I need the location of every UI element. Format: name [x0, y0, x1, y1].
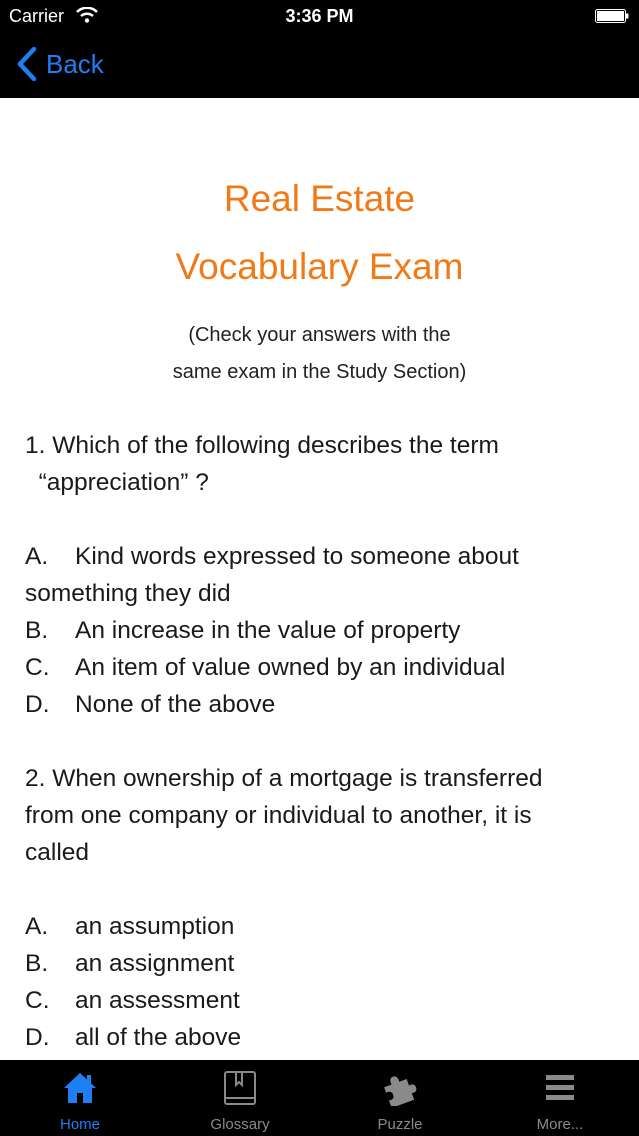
- question-2-option-b: B. an assignment: [25, 945, 615, 982]
- option-text: An increase in the value of property: [75, 617, 461, 644]
- page-title-line2: Vocabulary Exam: [175, 246, 464, 287]
- exam-content[interactable]: Real Estate Vocabulary Exam (Check your …: [0, 98, 639, 1060]
- tab-label: More...: [536, 1116, 584, 1133]
- option-text: Kind words expressed to someone about: [75, 543, 519, 570]
- clock: 3:36 PM: [285, 6, 354, 26]
- option-text: An item of value owned by an individual: [75, 654, 506, 681]
- option-text: None of the above: [75, 691, 276, 718]
- question-1-option-d: D. None of the above: [25, 686, 615, 723]
- option-text: an assignment: [75, 950, 235, 977]
- option-letter: C.: [25, 654, 50, 681]
- back-label: Back: [46, 48, 104, 79]
- back-button[interactable]: Back: [16, 44, 104, 84]
- question-2-option-a: A. an assumption: [25, 908, 615, 945]
- tab-label: Puzzle: [377, 1116, 423, 1133]
- home-icon: [64, 1073, 96, 1103]
- chevron-left-icon: [17, 47, 37, 81]
- option-text: all of the above: [75, 1024, 242, 1051]
- tab-label: Glossary: [210, 1116, 270, 1133]
- option-letter: A.: [25, 913, 49, 940]
- question-line: from one company or individual to anothe…: [25, 802, 532, 829]
- more-icon: [546, 1075, 574, 1100]
- option-letter: C.: [25, 987, 50, 1014]
- instructions-line1: (Check your answers with the: [188, 324, 451, 346]
- tab-bar: Home Glossary Puzzle More...: [0, 1060, 639, 1136]
- tab-home[interactable]: Home: [0, 1060, 160, 1136]
- tab-label: Home: [59, 1116, 100, 1133]
- question-2-option-c: C. an assessment: [25, 982, 615, 1019]
- question-line: “appreciation” ?: [25, 469, 209, 496]
- question-1-text: 1. Which of the following describes the …: [25, 427, 615, 501]
- option-text: an assumption: [75, 913, 235, 940]
- navigation-bar: Back: [0, 32, 639, 98]
- battery-icon: [595, 9, 629, 23]
- tab-glossary[interactable]: Glossary: [160, 1060, 320, 1136]
- question-2-option-d: D. all of the above: [25, 1019, 615, 1056]
- status-bar: Carrier 3:36 PM: [0, 0, 639, 32]
- question-line: 2. When ownership of a mortgage is trans…: [25, 765, 543, 792]
- question-1-option-a: A. Kind words expressed to someone about …: [25, 538, 615, 612]
- tab-puzzle[interactable]: Puzzle: [320, 1060, 480, 1136]
- page-title-line1: Real Estate: [223, 178, 416, 219]
- puzzle-icon: [384, 1076, 417, 1106]
- book-icon: [224, 1071, 256, 1105]
- question-1-option-c: C. An item of value owned by an individua…: [25, 649, 615, 686]
- option-letter: D.: [25, 1024, 50, 1051]
- option-letter: B.: [25, 950, 49, 977]
- question-1-option-b: B. An increase in the value of property: [25, 612, 615, 649]
- question-line: 1. Which of the following describes the …: [25, 432, 499, 459]
- instructions-line2: same exam in the Study Section): [172, 361, 467, 383]
- option-text-continued: something they did: [25, 580, 231, 607]
- question-line: called: [25, 839, 90, 866]
- option-letter: B.: [25, 617, 49, 644]
- option-letter: A.: [25, 543, 49, 570]
- question-2-text: 2. When ownership of a mortgage is trans…: [25, 760, 615, 871]
- option-letter: D.: [25, 691, 50, 718]
- tab-more[interactable]: More...: [480, 1060, 639, 1136]
- option-text: an assessment: [75, 987, 240, 1014]
